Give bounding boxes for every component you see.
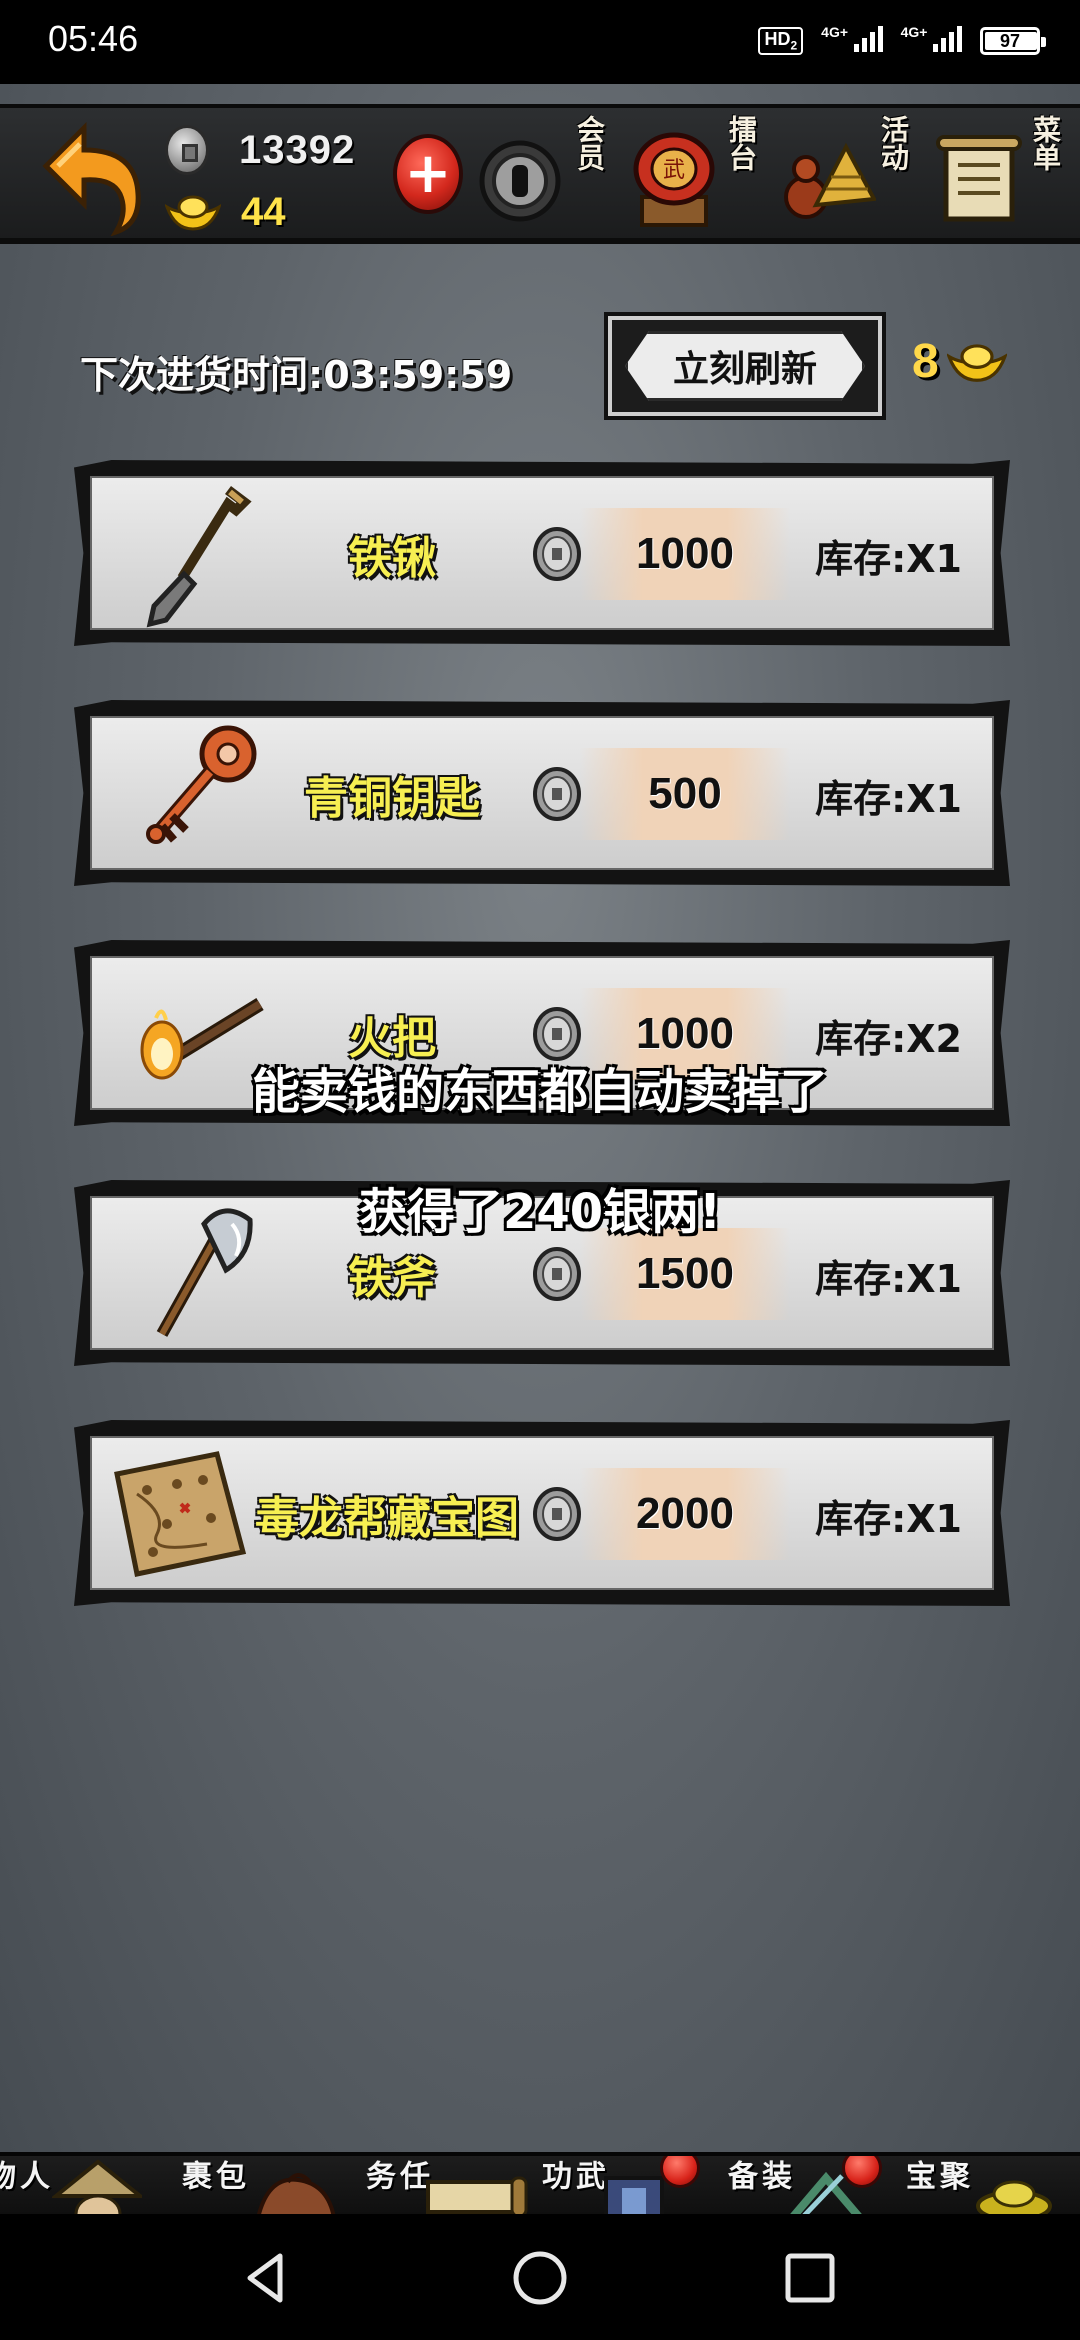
character-icon	[52, 2159, 142, 2214]
item-stock: 库存:X1	[815, 1257, 962, 1301]
gold-ingot-icon	[165, 195, 221, 231]
notification-badge	[660, 2156, 700, 2188]
event-gourd-hat-icon	[784, 142, 876, 219]
status-time: 05:46	[48, 18, 139, 59]
price-box: 500	[580, 748, 790, 840]
silver-amount: 13392	[239, 127, 356, 172]
status-icons: HD2 4G+ 4G+ 97	[758, 24, 1046, 58]
battery-level: 97	[999, 30, 1021, 51]
refresh-cost-value: 8	[912, 335, 939, 388]
item-stock: 库存:X1	[815, 777, 962, 821]
menu-membership[interactable]: 会员	[472, 111, 610, 235]
currency-panel: 13392 44	[165, 122, 355, 240]
menu-label: 活动	[877, 115, 910, 171]
membership-icon	[479, 140, 561, 222]
arena-drum-icon: 武	[633, 132, 715, 227]
signal-icon-1: 4G+	[821, 24, 883, 58]
top-menu: 会员 武 擂台 活动 菜单	[472, 108, 1066, 238]
refresh-label: 立刻刷新	[625, 331, 865, 401]
nav-label: 包裹	[176, 2160, 245, 2190]
menu-scroll-icon	[936, 135, 1022, 222]
nav-tab-character[interactable]: 人物	[0, 2156, 170, 2214]
treasure-icon	[976, 2180, 1052, 2214]
price-box: 2000	[580, 1468, 790, 1560]
menu-events[interactable]: 活动	[776, 111, 914, 235]
home-circle-icon[interactable]	[510, 2248, 570, 2308]
android-nav-bar	[0, 2214, 1080, 2340]
bottom-nav: 人物 包裹 任务 武功	[0, 2152, 1080, 2214]
menu-arena[interactable]: 武 擂台	[624, 111, 762, 235]
nav-label: 人物	[0, 2160, 49, 2190]
silver-coin-icon	[533, 767, 581, 821]
silver-coin-icon	[533, 527, 581, 581]
bronze-key-icon	[146, 725, 257, 844]
nav-tab-martial-arts[interactable]: 武功	[536, 2156, 726, 2214]
hd-icon: HD2	[758, 27, 804, 55]
add-currency-button[interactable]: +	[393, 134, 463, 214]
price-box: 1000	[580, 508, 790, 600]
restock-timer: 下次进货时间:03:59:59	[80, 353, 513, 397]
menu-label: 菜单	[1029, 115, 1062, 171]
top-bar: 13392 44 + 会员 武 擂台 活动 菜单	[0, 104, 1080, 244]
item-name: 铁锹	[348, 533, 436, 584]
shovel-icon	[146, 486, 252, 628]
battery-icon: 97	[980, 27, 1046, 55]
back-triangle-icon[interactable]	[236, 2248, 296, 2308]
gold-ingot-icon	[946, 343, 1007, 382]
shop-item[interactable]: 铁锹 1000 库存:X1	[74, 460, 1010, 646]
nav-tab-quest[interactable]: 任务	[360, 2156, 550, 2214]
nav-label: 聚宝	[900, 2160, 969, 2190]
item-name: 铁斧	[348, 1253, 436, 1304]
item-price: 1500	[636, 1249, 734, 1298]
gained-silver-toast: 获得了240银两!	[358, 1184, 722, 1240]
quest-scroll-icon	[426, 2176, 528, 2214]
back-arrow-icon	[42, 121, 141, 237]
back-button[interactable]	[36, 116, 156, 237]
item-name: 毒龙帮藏宝图	[255, 1493, 519, 1544]
bag-icon	[257, 2173, 336, 2214]
item-name: 青铜钥匙	[304, 773, 480, 824]
menu-label: 会员	[573, 115, 606, 171]
signal-icon-2: 4G+	[901, 24, 962, 58]
silver-coin-icon	[533, 1247, 581, 1301]
auto-sell-toast: 能卖钱的东西都自动卖掉了	[251, 1064, 828, 1120]
nav-tab-bag[interactable]: 包裹	[176, 2156, 366, 2214]
silver-coin-icon	[533, 1487, 581, 1541]
item-price: 2000	[636, 1489, 734, 1538]
treasure-map-icon	[114, 1451, 247, 1577]
item-stock: 库存:X1	[815, 1497, 962, 1541]
refresh-cost: 8	[912, 334, 1007, 389]
shop-item[interactable]: 青铜钥匙 500 库存:X1	[74, 700, 1010, 886]
notification-badge	[842, 2156, 882, 2188]
nav-tab-equipment[interactable]: 装备	[722, 2156, 912, 2214]
refresh-now-button[interactable]: 立刻刷新	[604, 312, 886, 420]
plus-icon: +	[404, 141, 452, 206]
recents-square-icon[interactable]	[780, 2248, 840, 2308]
shop-screen: 13392 44 + 会员 武 擂台 活动 菜单 下次进货时间:03:59:59…	[0, 84, 1080, 2214]
nav-tab-treasure[interactable]: 聚宝	[900, 2156, 1080, 2214]
gold-amount: 44	[241, 189, 286, 234]
status-bar: 05:46 HD2 4G+ 4G+ 97	[0, 0, 1080, 84]
svg-text:武: 武	[663, 158, 685, 183]
menu-label: 擂台	[725, 115, 758, 171]
item-price: 500	[648, 769, 722, 818]
silver-coin-icon	[165, 125, 209, 175]
shop-item[interactable]: 毒龙帮藏宝图 2000 库存:X1	[74, 1420, 1010, 1606]
menu-main[interactable]: 菜单	[928, 111, 1066, 235]
item-price: 1000	[636, 529, 734, 578]
item-stock: 库存:X1	[815, 537, 962, 581]
